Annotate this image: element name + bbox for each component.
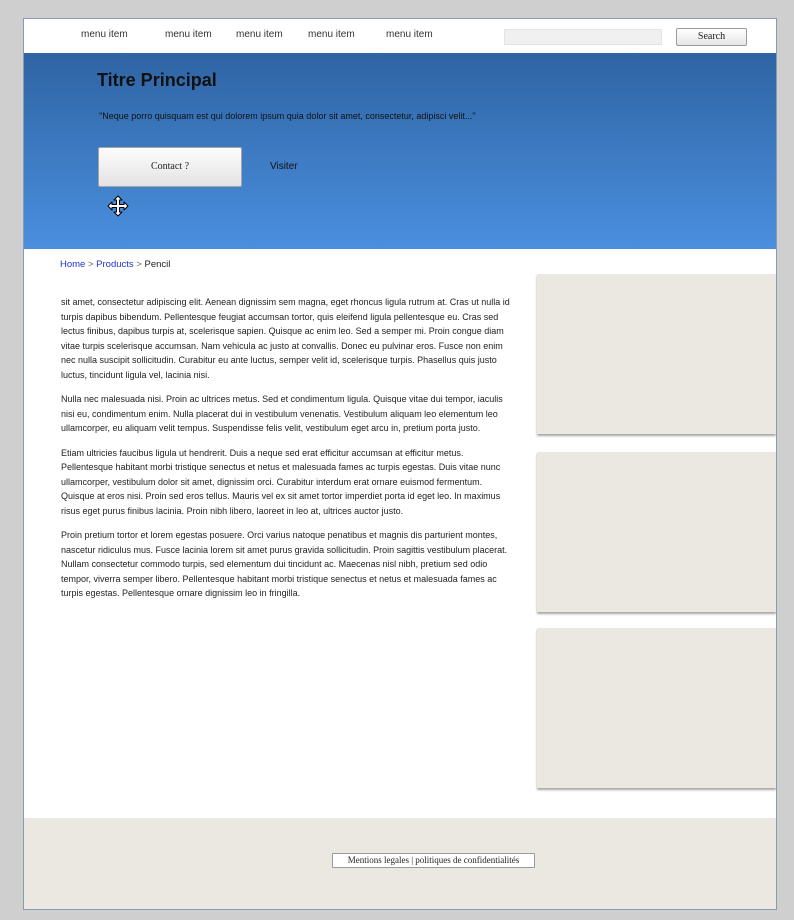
breadcrumb-products-link[interactable]: Products bbox=[96, 259, 134, 270]
contact-button[interactable]: Contact ? bbox=[98, 147, 242, 187]
hero-quote: "Neque porro quisquam est qui dolorem ip… bbox=[99, 111, 476, 121]
sidebar-box-2 bbox=[537, 452, 776, 612]
content-paragraph: sit amet, consectetur adipiscing elit. A… bbox=[61, 297, 510, 380]
nav-menu-item-4[interactable]: menu item bbox=[308, 29, 355, 40]
search-input[interactable] bbox=[504, 29, 662, 45]
sidebar-box-1 bbox=[537, 274, 776, 434]
wireframe-page: menu item menu item menu item menu item … bbox=[23, 18, 777, 910]
footer: Mentions legales | politiques de confide… bbox=[24, 818, 776, 909]
content-paragraph: Etiam ultricies faucibus ligula ut hendr… bbox=[61, 447, 501, 516]
breadcrumb: Home > Products > Pencil bbox=[60, 259, 170, 270]
content-paragraph: Proin pretium tortor et lorem egestas po… bbox=[61, 530, 508, 598]
legal-links-button[interactable]: Mentions legales | politiques de confide… bbox=[332, 853, 535, 868]
visit-link[interactable]: Visiter bbox=[270, 161, 298, 172]
page-title: Titre Principal bbox=[97, 70, 217, 90]
sidebar-box-3 bbox=[537, 628, 776, 788]
move-cursor-icon bbox=[107, 195, 129, 217]
nav-menu-item-2[interactable]: menu item bbox=[165, 29, 212, 40]
nav-menu-item-1[interactable]: menu item bbox=[81, 29, 128, 40]
main-content: sit amet, consectetur adipiscing elit. A… bbox=[61, 295, 515, 611]
hero-banner: Titre Principal "Neque porro quisquam es… bbox=[24, 53, 776, 249]
breadcrumb-current: Pencil bbox=[144, 259, 171, 270]
nav-menu-item-5[interactable]: menu item bbox=[386, 29, 433, 40]
breadcrumb-home-link[interactable]: Home bbox=[60, 259, 85, 270]
breadcrumb-separator: > bbox=[85, 259, 97, 270]
search-button[interactable]: Search bbox=[676, 28, 747, 46]
content-paragraph: Nulla nec malesuada nisi. Proin ac ultri… bbox=[61, 394, 503, 433]
nav-menu-item-3[interactable]: menu item bbox=[236, 29, 283, 40]
top-navigation: menu item menu item menu item menu item … bbox=[24, 19, 776, 53]
breadcrumb-separator: > bbox=[133, 259, 145, 270]
